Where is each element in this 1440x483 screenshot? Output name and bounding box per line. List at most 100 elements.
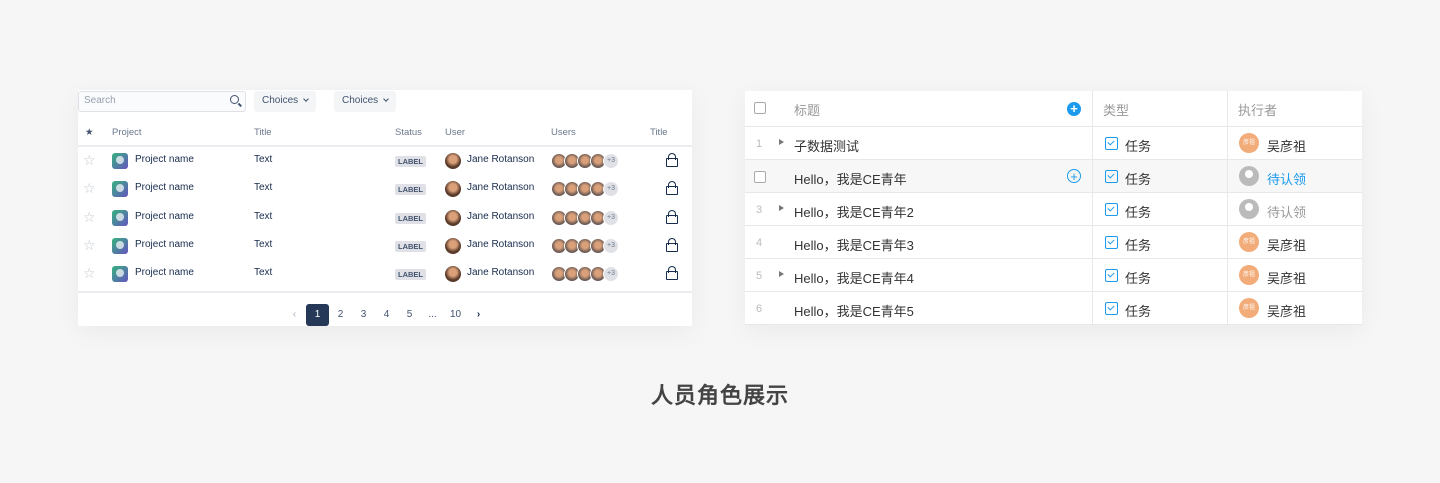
task-type: 任务 [1125,172,1152,187]
user-name: Jane Rotanson [467,154,535,165]
expand-triangle-icon[interactable] [779,271,784,277]
avatar-group[interactable]: +3 [551,153,619,169]
user-name: Jane Rotanson [467,182,535,194]
table-row[interactable]: 4 Hello，我是CE青年3 任务 彦祖 吴彦祖 [745,226,1362,259]
avatar-group[interactable]: +3 [551,209,619,226]
header-users[interactable]: Users [551,127,576,138]
header-project[interactable]: Project [112,127,142,138]
project-name[interactable]: Project name [135,211,194,222]
avatar-group[interactable]: +3 [551,266,619,283]
project-name[interactable]: Project name [135,239,194,250]
chevron-down-icon [303,96,309,102]
project-table-card: Search Choices Choices ★ Project Title S… [78,90,692,326]
header-title-2[interactable]: Title [650,127,668,138]
page-10[interactable]: 10 [444,304,467,326]
project-name[interactable]: Project name [135,267,194,278]
task-type-icon [1105,302,1118,315]
star-header-icon[interactable]: ★ [85,127,94,138]
task-type: 任务 [1125,139,1152,154]
chevron-down-icon [383,96,389,102]
search-icon [230,95,239,104]
table-row[interactable]: ☆ Project name Text LABEL Jane Rotanson … [78,147,692,175]
filter-dropdown-1[interactable]: Choices [254,91,317,112]
row-number: 6 [756,303,763,315]
avatar [445,153,461,169]
column-divider [1227,91,1228,325]
more-users-count: +3 [603,266,619,283]
row-number: 1 [756,138,763,150]
table-row[interactable]: 1 子数据测试 任务 彦祖 吴彦祖 [745,127,1362,160]
task-title[interactable]: Hello，我是CE青年 [794,169,907,188]
task-title[interactable]: 子数据测试 [794,136,859,155]
task-title[interactable]: Hello，我是CE青年2 [794,202,914,221]
star-icon[interactable]: ☆ [83,152,96,169]
page-3[interactable]: 3 [352,304,375,326]
project-name[interactable]: Project name [135,154,194,165]
table-row[interactable]: 6 Hello，我是CE青年5 任务 彦祖 吴彦祖 [745,292,1362,325]
next-page-icon[interactable]: › [467,304,490,326]
assignee-name[interactable]: 吴彦祖 [1267,136,1306,155]
star-icon[interactable]: ☆ [83,265,96,282]
avatar-group[interactable]: +3 [551,181,619,198]
add-subtask-icon[interactable]: + [1067,169,1081,183]
table-row[interactable]: ☆ Project name Text LABEL Jane Rotanson … [78,260,692,288]
assignee-name[interactable]: 吴彦祖 [1267,268,1306,287]
page-5[interactable]: 5 [398,304,421,326]
row-number: 4 [756,237,763,249]
add-column-icon[interactable]: + [1067,102,1081,116]
project-name[interactable]: Project name [135,182,194,193]
table-row[interactable]: ☆ Project name Text LABEL Jane Rotanson … [78,204,692,232]
star-icon[interactable]: ☆ [83,180,96,197]
task-type: 任务 [1125,238,1152,253]
select-all-checkbox[interactable] [754,102,766,114]
expand-triangle-icon[interactable] [779,139,784,145]
project-icon [112,209,128,226]
assignee-name[interactable]: 吴彦祖 [1267,301,1306,320]
search-placeholder: Search [84,95,116,106]
star-icon[interactable]: ☆ [83,209,96,226]
title-text: Text [254,238,273,250]
expand-triangle-icon[interactable] [779,205,784,211]
lock-icon[interactable] [666,153,678,167]
title-text: Text [254,154,273,165]
avatar-group[interactable]: +3 [551,237,619,254]
header-title[interactable]: Title [254,127,272,138]
lock-icon[interactable] [666,181,678,196]
header-title: 标题 [794,103,821,118]
table-row[interactable]: ☆ Project name Text LABEL Jane Rotanson … [78,175,692,203]
table-row[interactable]: 5 Hello，我是CE青年4 任务 彦祖 吴彦祖 [745,259,1362,292]
avatar [445,266,461,283]
task-title[interactable]: Hello，我是CE青年3 [794,235,914,254]
task-title[interactable]: Hello，我是CE青年5 [794,301,914,320]
status-badge: LABEL [395,184,426,196]
header-user[interactable]: User [445,127,465,138]
search-input[interactable]: Search [78,91,246,112]
page-1[interactable]: 1 [306,304,329,326]
task-type: 任务 [1125,271,1152,286]
page-4[interactable]: 4 [375,304,398,326]
task-title[interactable]: Hello，我是CE青年4 [794,268,914,287]
assignee-avatar: 彦祖 [1239,133,1259,153]
filter-dropdown-2[interactable]: Choices [334,91,397,112]
task-type-icon [1105,236,1118,249]
assignee-name[interactable]: 待认领 [1267,169,1306,188]
user-name: Jane Rotanson [467,238,535,250]
project-icon [112,181,128,198]
assignee-avatar [1239,166,1259,186]
prev-page-icon[interactable]: ‹ [283,304,306,326]
lock-icon[interactable] [666,266,678,281]
table-row[interactable]: 3 Hello，我是CE青年2 任务 待认领 [745,193,1362,226]
star-icon[interactable]: ☆ [83,237,96,254]
assignee-name[interactable]: 待认领 [1267,202,1306,221]
lock-icon[interactable] [666,237,678,252]
row-checkbox[interactable] [754,171,766,183]
table-row[interactable]: Hello，我是CE青年 + 任务 待认领 [745,160,1362,193]
more-users-count: +3 [603,237,619,254]
page-2[interactable]: 2 [329,304,352,326]
assignee-name[interactable]: 吴彦祖 [1267,235,1306,254]
table-row[interactable]: ☆ Project name Text LABEL Jane Rotanson … [78,232,692,260]
header-status[interactable]: Status [395,127,422,138]
lock-icon[interactable] [666,209,678,224]
more-users-count: +3 [603,209,619,226]
row-number: 5 [756,270,763,282]
